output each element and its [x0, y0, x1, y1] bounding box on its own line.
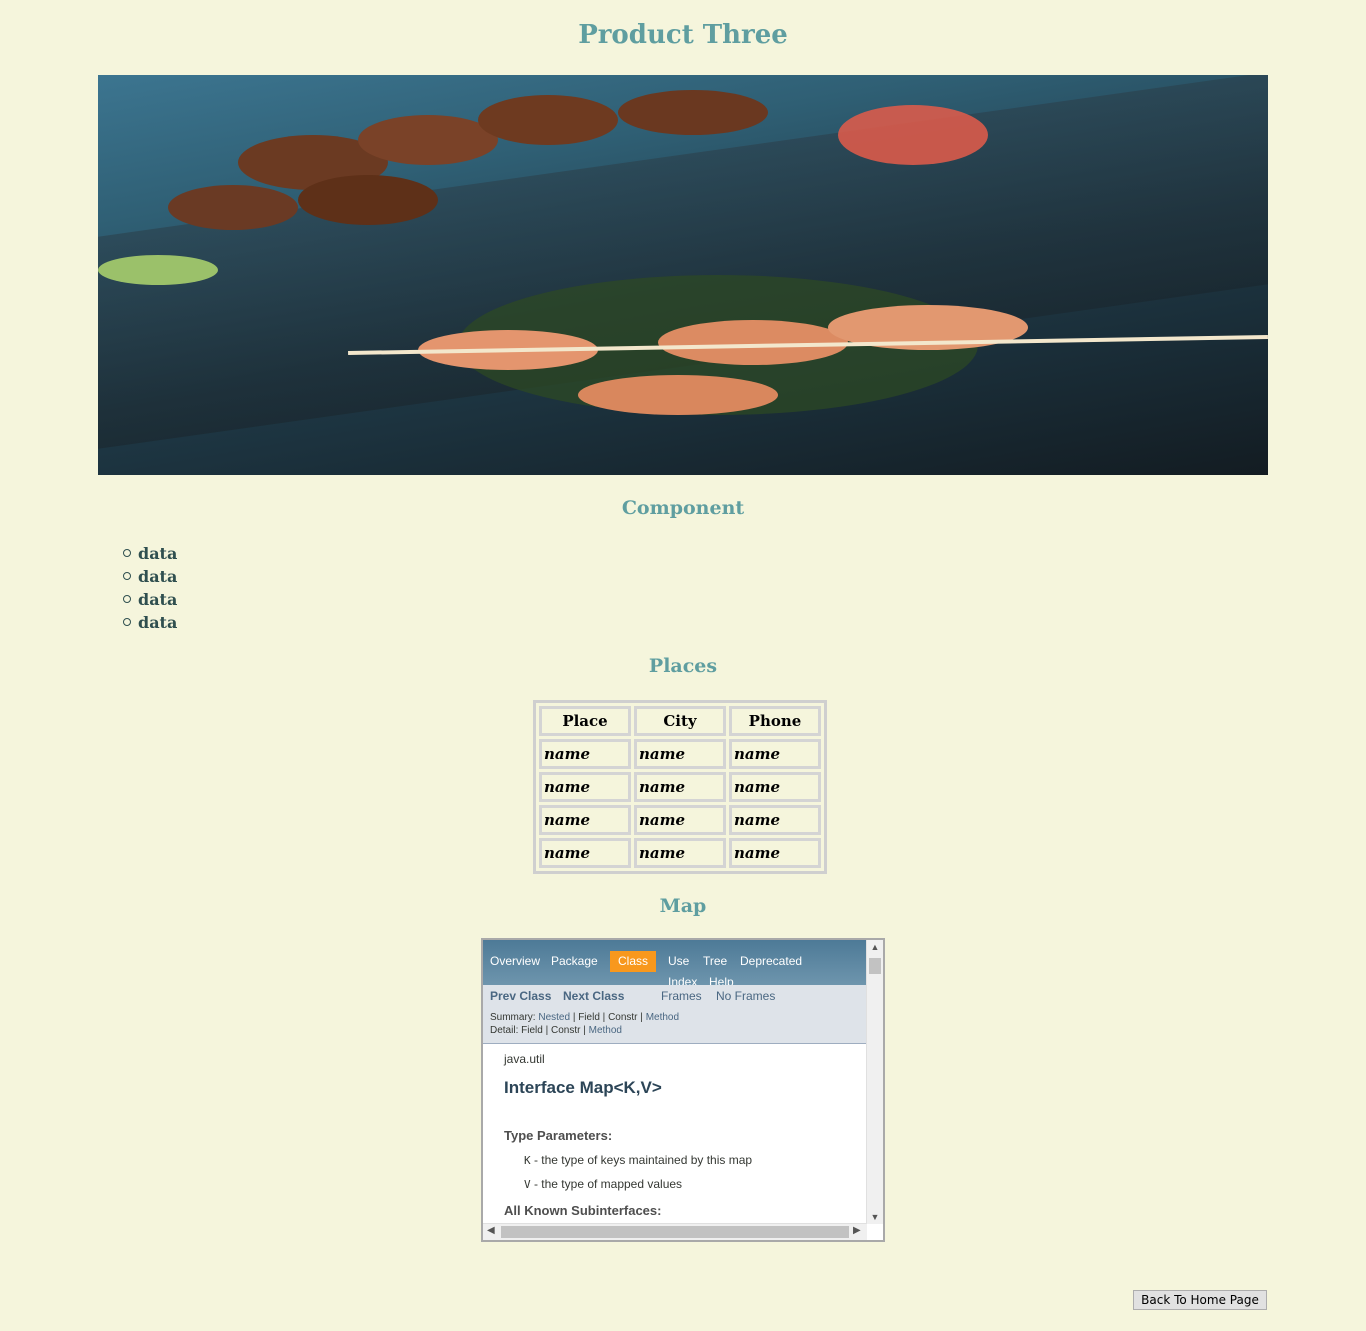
detail-field: Field [521, 1025, 543, 1036]
detail-label: Detail: [490, 1025, 519, 1036]
table-row: name name name [539, 739, 821, 769]
doc-body: java.util Interface Map<K,V> Type Parame… [504, 1052, 864, 1218]
table-cell: name [634, 838, 726, 868]
summary-label: Summary: [490, 1012, 536, 1023]
places-heading: Places [648, 655, 718, 677]
summary-nested-link[interactable]: Nested [538, 1012, 570, 1023]
scroll-down-icon[interactable]: ▼ [867, 1212, 883, 1222]
separator: | [602, 1012, 606, 1023]
nav-overview-link[interactable]: Overview [490, 954, 540, 968]
doc-top-nav: Overview Package Class Use Tree Deprecat… [483, 940, 867, 989]
table-cell: name [539, 739, 631, 769]
table-row: name name name [539, 838, 821, 868]
table-row: name name name [539, 805, 821, 835]
prev-class-link[interactable]: Prev Class [490, 989, 551, 1003]
param-v-name: V [524, 1178, 531, 1191]
detail-method-link[interactable]: Method [589, 1025, 622, 1036]
scroll-thumb[interactable] [869, 958, 881, 974]
component-heading: Component [621, 497, 745, 519]
separator: | [583, 1025, 586, 1036]
hero-image [98, 75, 1268, 475]
column-header: City [634, 706, 726, 736]
table-cell: name [634, 805, 726, 835]
table-cell: name [729, 772, 821, 802]
summary-row: Summary: Nested | Field | Constr | Metho… [490, 1012, 679, 1023]
list-item: data [120, 542, 177, 565]
subinterfaces-heading: All Known Subinterfaces: [504, 1203, 662, 1218]
nav-tree-link[interactable]: Tree [703, 954, 727, 968]
list-item: data [120, 588, 177, 611]
table-cell: name [729, 739, 821, 769]
summary-constr: Constr [608, 1012, 638, 1023]
param-k-desc: - the type of keys maintained by this ma… [530, 1153, 753, 1167]
doc-title: Interface Map<K,V> [504, 1078, 662, 1097]
nav-deprecated-link[interactable]: Deprecated [740, 954, 802, 968]
map-iframe[interactable]: Overview Package Class Use Tree Deprecat… [481, 938, 885, 1242]
table-cell: name [539, 838, 631, 868]
separator: | [640, 1012, 643, 1023]
separator: | [545, 1025, 549, 1036]
nav-package-link[interactable]: Package [551, 954, 598, 968]
param-k-name: K [524, 1154, 531, 1167]
detail-row: Detail: Field | Constr | Method [490, 1025, 622, 1036]
back-to-home-button[interactable]: Back To Home Page [1133, 1290, 1267, 1310]
page-title: Product Three [578, 20, 788, 50]
param-v-desc: - the type of mapped values [530, 1177, 683, 1191]
type-param-v: V - the type of mapped values [504, 1177, 864, 1191]
component-list: data data data data [120, 542, 177, 634]
type-param-k: K - the type of keys maintained by this … [504, 1153, 864, 1167]
next-class-link[interactable]: Next Class [563, 989, 624, 1003]
scroll-left-icon[interactable]: ◀ [487, 1225, 495, 1236]
table-cell: name [729, 805, 821, 835]
column-header: Phone [729, 706, 821, 736]
summary-method-link[interactable]: Method [646, 1012, 679, 1023]
detail-constr: Constr [551, 1025, 581, 1036]
scroll-thumb[interactable] [501, 1226, 849, 1238]
places-table: Place City Phone name name name name nam… [533, 700, 827, 874]
doc-package: java.util [504, 1052, 545, 1066]
horizontal-scrollbar[interactable]: ◀ ▶ [483, 1223, 867, 1240]
table-row: name name name [539, 772, 821, 802]
table-cell: name [634, 772, 726, 802]
table-cell: name [634, 739, 726, 769]
list-item: data [120, 611, 177, 634]
no-frames-link[interactable]: No Frames [716, 989, 775, 1003]
scroll-up-icon[interactable]: ▲ [867, 942, 883, 952]
table-cell: name [539, 772, 631, 802]
table-cell: name [729, 838, 821, 868]
doc-sub-nav: Prev Class Next Class Frames No Frames S… [483, 985, 867, 1044]
scroll-right-icon[interactable]: ▶ [853, 1225, 861, 1236]
summary-field: Field [578, 1012, 600, 1023]
map-heading: Map [659, 895, 707, 917]
nav-use-link[interactable]: Use [668, 954, 689, 968]
column-header: Place [539, 706, 631, 736]
vertical-scrollbar[interactable]: ▲ ▼ [866, 940, 883, 1224]
list-item: data [120, 565, 177, 588]
separator: | [572, 1012, 576, 1023]
nav-class-active: Class [610, 951, 656, 972]
frames-link[interactable]: Frames [661, 989, 702, 1003]
type-params-heading: Type Parameters: [504, 1128, 613, 1143]
table-cell: name [539, 805, 631, 835]
